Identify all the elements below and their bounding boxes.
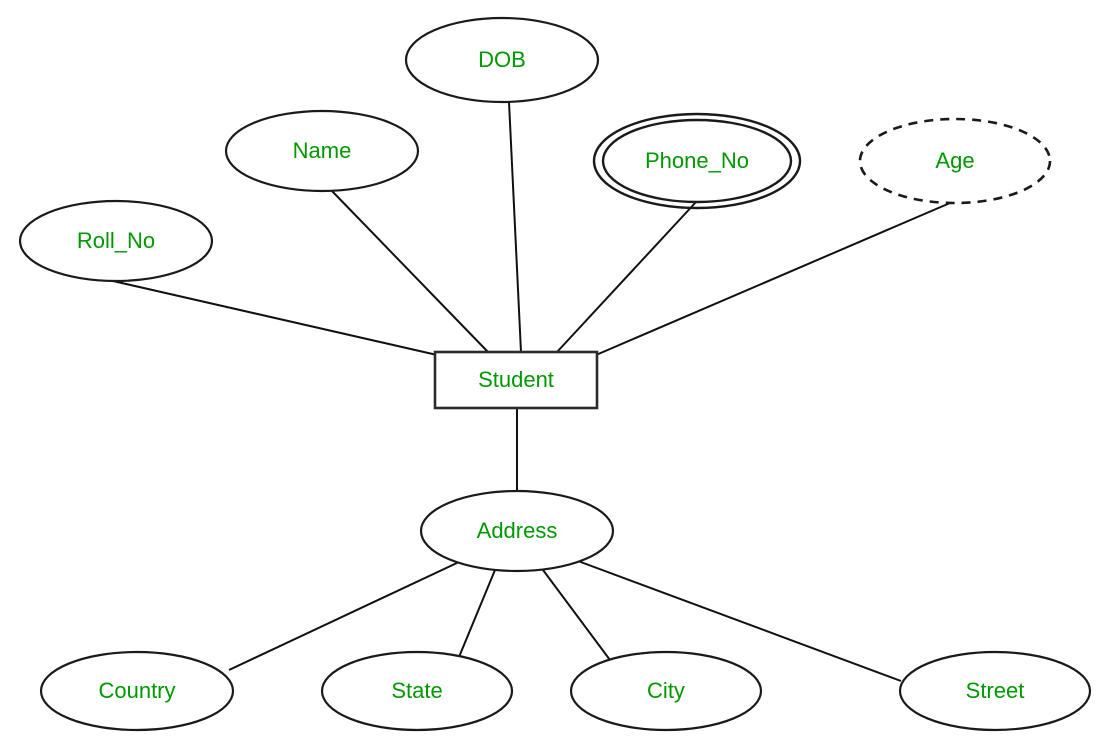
attribute-label-phone-no: Phone_No bbox=[645, 148, 749, 173]
connector-address-city bbox=[542, 569, 611, 661]
attribute-label-age: Age bbox=[935, 148, 974, 173]
attribute-label-country: Country bbox=[98, 678, 175, 703]
attribute-node-name[interactable]: Name bbox=[224, 109, 420, 193]
attribute-label-address: Address bbox=[477, 518, 558, 543]
attribute-node-dob[interactable]: DOB bbox=[404, 16, 600, 104]
connector-age-student bbox=[595, 199, 958, 356]
connector-roll-no-student bbox=[112, 280, 438, 356]
attribute-node-state[interactable]: State bbox=[320, 650, 514, 732]
er-diagram-canvas: DOB Name Roll_No Phone_No Age Student Ad… bbox=[0, 0, 1112, 753]
attribute-label-street: Street bbox=[966, 678, 1025, 703]
connector-address-state bbox=[458, 569, 496, 658]
attribute-node-country[interactable]: Country bbox=[39, 650, 235, 732]
connector-phone-no-student bbox=[556, 201, 697, 353]
attribute-node-city[interactable]: City bbox=[569, 650, 763, 732]
connector-name-student bbox=[330, 189, 489, 353]
entity-label-student: Student bbox=[478, 367, 554, 392]
attribute-label-roll-no: Roll_No bbox=[77, 228, 155, 253]
attribute-node-street[interactable]: Street bbox=[898, 650, 1092, 732]
connector-dob-student bbox=[508, 101, 522, 353]
attribute-node-age[interactable]: Age bbox=[858, 117, 1052, 205]
attribute-label-name: Name bbox=[293, 138, 352, 163]
attribute-label-city: City bbox=[647, 678, 685, 703]
entity-node-student[interactable]: Student bbox=[433, 350, 599, 410]
attribute-label-dob: DOB bbox=[478, 47, 526, 72]
attribute-label-state: State bbox=[391, 678, 442, 703]
attribute-node-phone-no[interactable]: Phone_No bbox=[592, 112, 802, 210]
attribute-node-address[interactable]: Address bbox=[419, 489, 615, 573]
attribute-node-roll-no[interactable]: Roll_No bbox=[18, 199, 214, 283]
